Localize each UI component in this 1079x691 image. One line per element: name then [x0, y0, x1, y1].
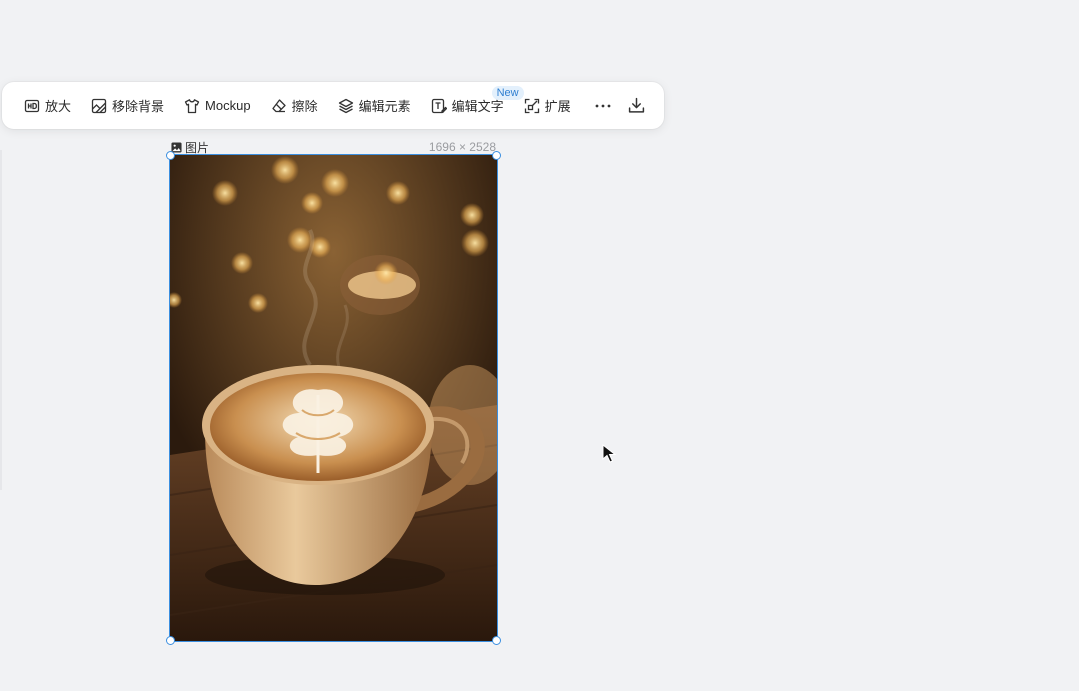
eraser-icon	[271, 98, 287, 114]
resize-handle-top-left[interactable]	[166, 151, 175, 160]
mockup-button[interactable]: Mockup	[178, 91, 257, 121]
layers-icon	[338, 98, 354, 114]
image-dimensions: 1696 × 2528	[428, 140, 496, 154]
remove-background-button[interactable]: 移除背景	[85, 91, 170, 121]
hd-icon	[24, 98, 40, 114]
resize-handle-bottom-right[interactable]	[492, 636, 501, 645]
edit-text-icon	[431, 98, 447, 114]
edit-elements-button[interactable]: 编辑元素	[332, 91, 417, 121]
expand-icon	[524, 98, 540, 114]
image-type-label: 图片	[171, 139, 209, 156]
mockup-label: Mockup	[205, 98, 251, 113]
download-button[interactable]	[625, 91, 649, 121]
image-toolbar: 放大 移除背景 Mockup 擦除 编辑元素 编辑文字 New 扩展	[2, 82, 664, 129]
edit-elements-label: 编辑元素	[358, 99, 411, 114]
expand-button[interactable]: 扩展	[518, 91, 577, 121]
mouse-cursor-icon	[602, 444, 617, 463]
download-icon	[628, 97, 645, 113]
resize-handle-top-right[interactable]	[492, 151, 501, 160]
more-horizontal-icon	[595, 104, 611, 107]
erase-label: 擦除	[291, 99, 318, 114]
edit-text-button[interactable]: 编辑文字 New	[425, 85, 524, 121]
left-panel-edge	[0, 150, 2, 490]
resize-handle-bottom-left[interactable]	[166, 636, 175, 645]
more-options-button[interactable]	[593, 91, 613, 121]
selected-image-latte[interactable]	[169, 154, 498, 642]
remove-background-icon	[91, 98, 107, 114]
upscale-label: 放大	[45, 99, 72, 114]
expand-label: 扩展	[544, 99, 571, 114]
image-label-text: 图片	[185, 141, 210, 155]
tshirt-icon	[184, 98, 200, 114]
latte-photo	[170, 155, 497, 641]
upscale-button[interactable]: 放大	[18, 91, 77, 121]
erase-button[interactable]: 擦除	[265, 91, 324, 121]
remove-background-label: 移除背景	[112, 99, 165, 114]
